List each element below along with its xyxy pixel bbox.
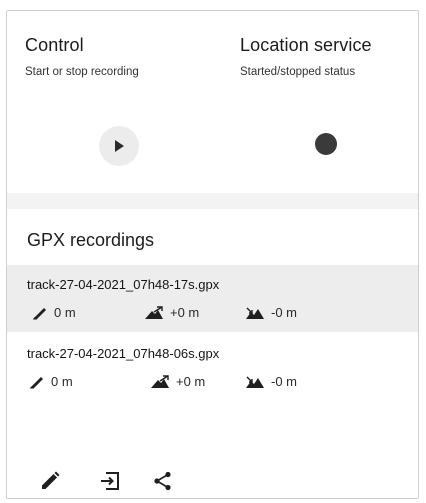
- ascent-value: +0 m: [170, 305, 200, 320]
- control-section: Control Start or stop recording: [25, 35, 139, 78]
- descent-value: -0 m: [271, 374, 297, 389]
- ruler-pencil-icon: [33, 307, 46, 320]
- edit-button[interactable]: [37, 468, 63, 494]
- recording-file-name: track-27-04-2021_07h48-17s.gpx: [27, 277, 220, 292]
- ascent-value: +0 m: [176, 374, 206, 389]
- ascent-mountain-icon: [145, 305, 163, 319]
- descent-stat: -0 m: [245, 374, 297, 389]
- control-card: Control Start or stop recording Location…: [7, 11, 418, 193]
- section-divider: [7, 193, 418, 209]
- distance-value: 0 m: [54, 305, 76, 320]
- ascent-stat: +0 m: [150, 374, 205, 389]
- recording-list-item[interactable]: track-27-04-2021_07h48-17s.gpx 0 m +0 m: [7, 265, 418, 332]
- descent-stat: -0 m: [245, 305, 297, 320]
- control-title: Control: [25, 35, 84, 55]
- distance-stat: 0 m: [29, 374, 73, 389]
- location-status-indicator: [315, 133, 337, 155]
- export-button[interactable]: [97, 468, 123, 494]
- descent-mountain-icon: [246, 307, 264, 319]
- gpx-recordings-section: GPX recordings track-27-04-2021_07h48-17…: [7, 209, 418, 498]
- control-subtitle: Start or stop recording: [25, 66, 139, 78]
- descent-mountain-icon: [246, 376, 264, 388]
- location-service-section: Location service Started/stopped status: [240, 35, 372, 78]
- location-service-subtitle: Started/stopped status: [240, 66, 356, 78]
- play-icon: [115, 140, 124, 152]
- distance-value: 0 m: [51, 374, 73, 389]
- ruler-pencil-icon: [30, 376, 43, 389]
- share-button[interactable]: [150, 468, 176, 494]
- app-frame: Control Start or stop recording Location…: [6, 10, 419, 499]
- recording-actions-bar: [7, 466, 418, 496]
- export-icon: [101, 472, 119, 490]
- recording-list-item[interactable]: track-27-04-2021_07h48-06s.gpx 0 m +0 m: [7, 334, 418, 401]
- ascent-stat: +0 m: [144, 305, 199, 320]
- descent-value: -0 m: [271, 305, 297, 320]
- gpx-recordings-title: GPX recordings: [27, 230, 155, 250]
- location-service-title: Location service: [240, 35, 372, 55]
- share-icon: [154, 471, 171, 491]
- recording-file-name: track-27-04-2021_07h48-06s.gpx: [27, 346, 220, 361]
- edit-icon: [42, 471, 60, 489]
- distance-stat: 0 m: [32, 305, 76, 320]
- ascent-mountain-icon: [151, 374, 169, 388]
- start-stop-recording-button[interactable]: [99, 126, 139, 166]
